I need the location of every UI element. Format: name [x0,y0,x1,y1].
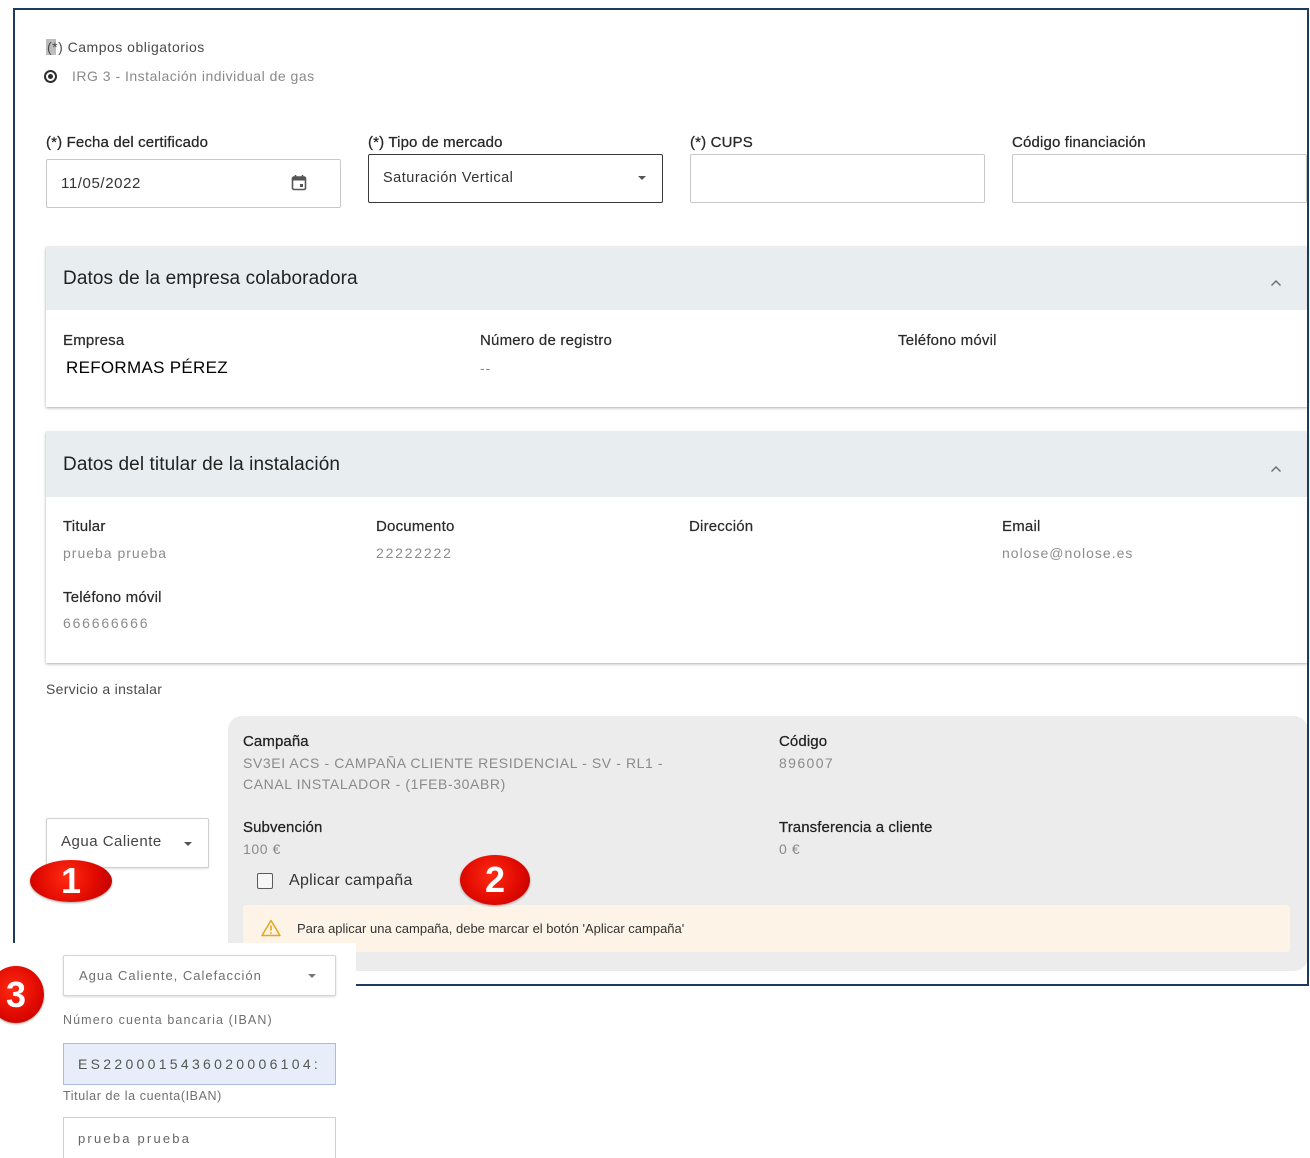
service-multi-select[interactable]: Agua Caliente, Calefacción [63,955,336,996]
account-holder-label: Titular de la cuenta(IBAN) [63,1089,222,1103]
code-value: 896007 [779,755,835,771]
campaign-warning-banner: Para aplicar una campaña, debe marcar el… [243,905,1290,952]
inset-screenshot-panel: Agua Caliente, Calefacción Número cuenta… [0,943,356,1158]
iban-label: Número cuenta bancaria (IBAN) [63,1013,273,1027]
certificate-date-field[interactable]: 11/05/2022 [46,159,341,208]
service-label: Servicio a instalar [46,681,163,697]
warning-icon [261,919,281,937]
campaign-label: Campaña [243,733,309,750]
registry-number-label: Número de registro [480,332,612,349]
document-value: 22222222 [376,545,453,561]
certificate-form-page: (*) Campos obligatorios IRG 3 - Instalac… [0,0,1310,1158]
installation-type-label[interactable]: IRG 3 - Instalación individual de gas [72,67,315,85]
company-label: Empresa [63,332,125,349]
subsidy-value: 100 € [243,841,282,857]
chevron-up-icon[interactable] [1270,460,1282,472]
financing-code-input[interactable] [1012,154,1307,203]
market-type-label: (*) Tipo de mercado [368,134,503,151]
chevron-down-icon[interactable] [638,176,646,180]
holder-value: prueba prueba [63,545,168,561]
holder-label: Titular [63,518,106,535]
market-type-value: Saturación Vertical [383,170,514,186]
annotation-badge-1: 1 [30,860,112,902]
installation-type-radio[interactable] [44,70,57,83]
holder-mobile-value: 666666666 [63,615,150,631]
certificate-date-value: 11/05/2022 [61,175,141,192]
company-section-header[interactable]: Datos de la empresa colaboradora [46,247,1308,310]
apply-campaign-label[interactable]: Aplicar campaña [289,871,413,891]
holder-section-header[interactable]: Datos del titular de la instalación [46,432,1308,497]
certificate-date-label: (*) Fecha del certificado [46,134,209,151]
subsidy-label: Subvención [243,819,323,836]
campaign-value-line: CANAL INSTALADOR - (1FEB-30ABR) [243,776,506,792]
apply-campaign-checkbox[interactable] [257,873,273,889]
company-mobile-label: Teléfono móvil [898,332,997,349]
service-select-value: Agua Caliente [61,833,162,850]
account-holder-input[interactable] [63,1117,336,1158]
email-label: Email [1002,518,1041,535]
chevron-up-icon[interactable] [1270,274,1282,286]
campaign-panel: Campaña SV3EI ACS - CAMPAÑA CLIENTE RESI… [228,716,1308,971]
company-value: REFORMAS PÉREZ [66,358,228,377]
registry-number-value: -- [480,360,492,376]
calendar-icon[interactable] [291,174,307,191]
holder-section: Datos del titular de la instalación Titu… [46,432,1308,663]
holder-mobile-label: Teléfono móvil [63,589,162,606]
email-value: nolose@nolose.es [1002,545,1134,561]
transfer-label: Transferencia a cliente [779,819,933,836]
cups-label: (*) CUPS [690,134,753,151]
required-fields-note: (*) Campos obligatorios [47,39,205,55]
document-label: Documento [376,518,455,535]
company-section-title: Datos de la empresa colaboradora [63,268,358,289]
service-multi-select-value: Agua Caliente, Calefacción [79,968,262,983]
financing-code-label: Código financiación [1012,134,1146,151]
code-label: Código [779,733,828,750]
chevron-down-icon[interactable] [308,974,316,978]
market-type-select[interactable]: Saturación Vertical [368,154,663,203]
chevron-down-icon[interactable] [184,842,192,846]
annotation-badge-2: 2 [460,855,530,905]
company-section: Datos de la empresa colaboradora Empresa… [46,247,1308,407]
address-label: Dirección [689,518,754,535]
iban-input[interactable] [63,1043,336,1085]
cups-input[interactable] [690,154,985,203]
transfer-value: 0 € [779,841,801,857]
campaign-value-line: SV3EI ACS - CAMPAÑA CLIENTE RESIDENCIAL … [243,755,664,771]
holder-section-title: Datos del titular de la instalación [63,454,341,475]
